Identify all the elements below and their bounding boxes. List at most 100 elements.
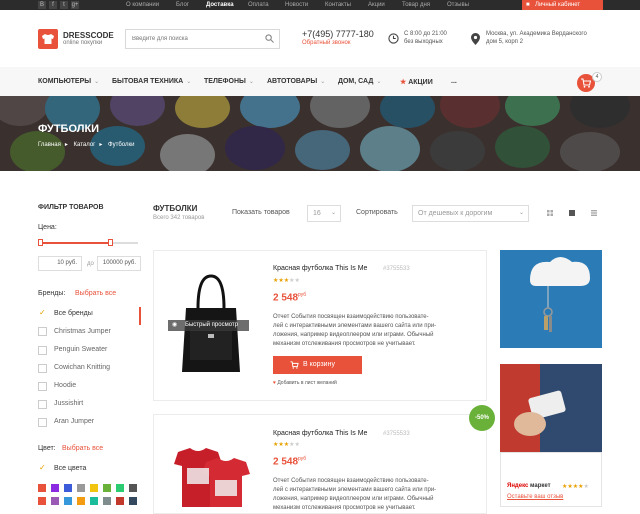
brand-label[interactable]: Penguin Sweater	[54, 346, 107, 353]
nav-about[interactable]: О компании	[126, 0, 159, 10]
tile-view-icon[interactable]	[565, 206, 579, 220]
add-to-wishlist-link[interactable]: ♥ Добавить в лист желаний	[273, 380, 337, 386]
eye-icon: ◉	[172, 322, 178, 328]
nav-sales[interactable]: Акции	[368, 0, 385, 10]
nav-contacts[interactable]: Контакты	[325, 0, 351, 10]
brand-label[interactable]: Christmas Jumper	[54, 328, 111, 335]
brand-label[interactable]: Все бренды	[54, 310, 93, 317]
color-swatch[interactable]	[38, 497, 46, 505]
nav-blog[interactable]: Блог	[176, 0, 189, 10]
brand-checkbox[interactable]	[38, 346, 47, 355]
colors-select-all[interactable]: Выбрать все	[62, 445, 103, 452]
cabinet-button[interactable]: ■ Личный кабинет	[522, 0, 603, 10]
sort-value: От дешевых к дорогим	[418, 210, 493, 217]
brand-checkbox[interactable]	[38, 418, 47, 427]
color-swatch[interactable]	[116, 484, 124, 492]
facebook-icon[interactable]: f	[49, 1, 57, 9]
brand-checkbox[interactable]	[38, 400, 47, 409]
color-swatch[interactable]	[51, 497, 59, 505]
callback-link[interactable]: Обратный звонок	[302, 40, 351, 46]
address-line2: дом 5, корп 2	[486, 39, 523, 45]
color-swatch[interactable]	[116, 497, 124, 505]
breadcrumb-separator: ▸	[99, 142, 103, 148]
product-sku: #3755533	[383, 431, 410, 437]
add-to-cart-button[interactable]: В корзину	[273, 356, 362, 374]
nav-delivery[interactable]: Доставка	[206, 0, 234, 10]
brand-checkbox[interactable]	[38, 327, 47, 336]
brands-scrollbar[interactable]	[139, 307, 141, 325]
menu-auto[interactable]: АВТОТОВАРЫ ⌄	[267, 78, 325, 85]
google-plus-icon[interactable]: g+	[71, 1, 79, 9]
brand-checkbox[interactable]	[38, 364, 47, 373]
menu-sales[interactable]: ★ АКЦИИ	[400, 78, 433, 86]
menu-appliances[interactable]: БЫТОВАЯ ТЕХНИКА ⌄	[112, 78, 191, 85]
menu-home-garden[interactable]: ДОМ, САД ⌄	[338, 78, 381, 85]
twitter-icon[interactable]: t	[60, 1, 68, 9]
color-swatch[interactable]	[51, 484, 59, 492]
breadcrumb-catalog[interactable]: Каталог	[74, 142, 96, 148]
price-currency: руб	[298, 456, 307, 462]
color-swatch[interactable]	[90, 484, 98, 492]
product-name[interactable]: Красная футболка This Is Me	[273, 265, 367, 272]
price-from-input[interactable]: 10 руб.	[38, 256, 82, 271]
breadcrumb-home[interactable]: Главная	[38, 142, 61, 148]
brands-select-all[interactable]: Выбрать все	[75, 290, 116, 297]
brand-checkbox[interactable]: ✓	[38, 308, 47, 319]
listing-title: ФУТБОЛКИ	[153, 204, 198, 213]
sort-label: Сортировать	[356, 209, 398, 216]
color-swatch[interactable]	[77, 497, 85, 505]
color-swatch[interactable]	[90, 497, 98, 505]
price-to-input[interactable]: 100000 руб.	[97, 256, 141, 271]
nav-reviews[interactable]: Отзывы	[447, 0, 469, 10]
nav-news[interactable]: Новости	[285, 0, 308, 10]
search-icon[interactable]	[265, 34, 274, 43]
price-max-handle[interactable]	[108, 239, 113, 246]
brand-label[interactable]: Cowichan Knitting	[54, 364, 110, 371]
color-swatch[interactable]	[38, 484, 46, 492]
show-count-select[interactable]: 16 ⌄	[307, 205, 341, 222]
color-swatch[interactable]	[64, 484, 72, 492]
color-swatch[interactable]	[64, 497, 72, 505]
menu-phones[interactable]: ТЕЛЕФОНЫ ⌄	[204, 78, 254, 85]
market-review-link[interactable]: Оставьте ваш отзыв	[507, 494, 563, 500]
color-swatch[interactable]	[103, 497, 111, 505]
brand-label[interactable]: Aran Jumper	[54, 418, 94, 425]
vk-icon[interactable]: В	[38, 1, 46, 9]
color-swatch[interactable]	[129, 497, 137, 505]
lock-icon: ■	[526, 2, 530, 8]
promo-banner-wallet[interactable]	[500, 364, 602, 456]
all-colors-label[interactable]: Все цвета	[54, 465, 86, 472]
color-swatch[interactable]	[103, 484, 111, 492]
brand-label[interactable]: Hoodie	[54, 382, 76, 389]
breadcrumb-current: Футболки	[108, 142, 135, 148]
promo-banner-keys[interactable]	[500, 250, 602, 348]
color-swatch[interactable]	[77, 484, 85, 492]
logo-icon[interactable]	[38, 29, 58, 49]
phone-number: +7(495) 7777-180	[302, 29, 374, 39]
nav-payment[interactable]: Оплата	[248, 0, 269, 10]
quick-view-button[interactable]: ◉ Быстрый просмотр	[168, 320, 249, 331]
price-label: Цена:	[38, 224, 57, 231]
price-min-handle[interactable]	[38, 239, 43, 246]
product-name[interactable]: Красная футболка This Is Me	[273, 430, 367, 437]
grid-view-icon[interactable]	[543, 206, 557, 220]
search-input[interactable]	[126, 30, 256, 48]
product-rating: ★★★★★	[273, 442, 300, 448]
cart-icon	[290, 361, 299, 369]
chevron-down-icon: ⌄	[186, 79, 192, 85]
product-image-tshirts[interactable]	[164, 446, 260, 507]
cart-count-badge: 4	[592, 72, 602, 82]
product-description: Отчет События посвящен взаимодействию по…	[273, 478, 437, 511]
work-days: без выходных	[404, 39, 443, 45]
menu-more[interactable]: ...	[451, 78, 457, 85]
brand-checkbox[interactable]	[38, 382, 47, 391]
brand-label[interactable]: Jussishirt	[54, 400, 83, 407]
color-checkbox[interactable]: ✓	[38, 463, 47, 474]
nav-deal-of-day[interactable]: Товар дня	[402, 0, 430, 10]
list-view-icon[interactable]	[587, 206, 601, 220]
sort-select[interactable]: От дешевых к дорогим ⌄	[412, 205, 529, 222]
logo-title[interactable]: DRESSCODE	[63, 31, 114, 40]
color-swatch[interactable]	[129, 484, 137, 492]
menu-computers[interactable]: КОМПЬЮТЕРЫ ⌄	[38, 78, 99, 85]
price-currency: руб	[298, 292, 307, 298]
